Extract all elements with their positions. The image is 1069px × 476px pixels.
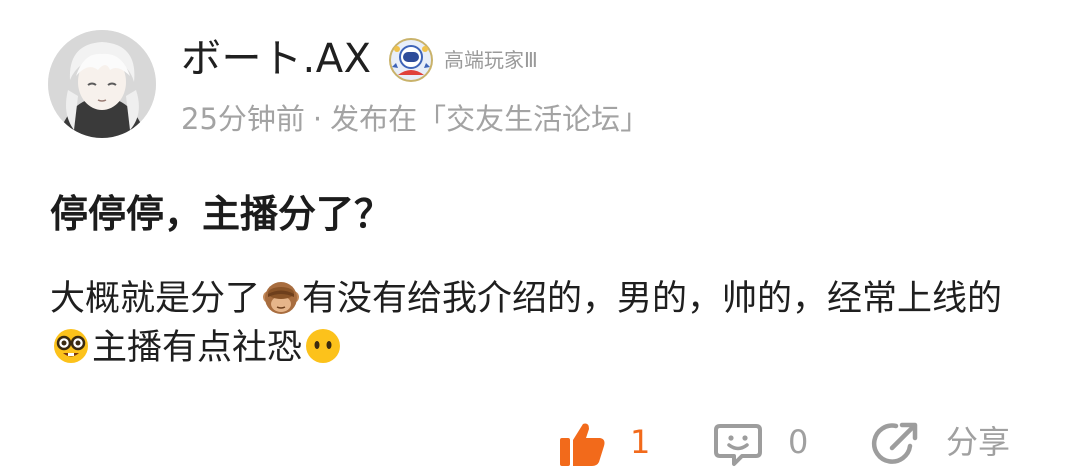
action-bar: 1 0 分享 [0, 410, 1069, 470]
like-count: 1 [630, 423, 651, 461]
share-icon [870, 418, 922, 470]
meta-separator: · [312, 102, 323, 136]
see-no-evil-monkey-emoji [261, 277, 301, 317]
comment-count: 0 [788, 423, 809, 461]
comment-icon [712, 418, 764, 470]
avatar[interactable] [48, 30, 156, 138]
forum-link[interactable]: 发布在「交友生活论坛」 [330, 102, 649, 136]
like-button[interactable]: 1 [556, 410, 666, 470]
post-body: 大概就是分了 有没有给我介绍的，男的，帅的，经常上线的 主播有点社恐 [50, 275, 1040, 373]
body-text-part2: 有没有给我介绍的，男的，帅的，经常上线的 [302, 279, 1003, 319]
post-card: ボート.AX 高端玩家Ⅲ 25分钟前 · 发布在「交友生活论坛」 停停停，主播分了？… [0, 0, 1069, 476]
body-text-part1: 大概就是分了 [50, 279, 261, 319]
author-name[interactable]: ボート.AX [181, 33, 371, 85]
user-level-label: 高端玩家Ⅲ [444, 48, 538, 72]
post-meta: 25分钟前 · 发布在「交友生活论坛」 [181, 99, 649, 139]
share-button[interactable]: 分享 [870, 410, 1030, 470]
post-title: 停停停，主播分了？ [50, 192, 393, 236]
face-without-mouth-emoji [303, 326, 343, 366]
nerd-face-emoji [51, 326, 91, 366]
anime-avatar-icon [48, 30, 156, 138]
astronaut-badge-icon [388, 37, 434, 83]
body-text-part3: 主播有点社恐 [92, 328, 303, 368]
thumbs-up-icon [556, 418, 608, 470]
share-label: 分享 [946, 423, 1011, 461]
comment-button[interactable]: 0 [712, 410, 822, 470]
post-time: 25分钟前 [181, 102, 305, 136]
